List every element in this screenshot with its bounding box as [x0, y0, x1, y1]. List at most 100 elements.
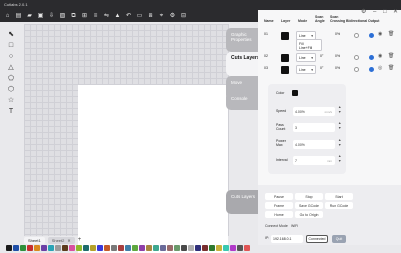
color-swatch[interactable]: [160, 245, 166, 251]
hexagon-tool-icon[interactable]: ⬡: [7, 85, 16, 93]
color-swatch[interactable]: [181, 245, 187, 251]
bidirectional-radio[interactable]: [354, 67, 359, 72]
interval-input[interactable]: 7 mm: [293, 156, 335, 165]
tab-console[interactable]: Console: [226, 92, 260, 110]
frame-icon[interactable]: ▭: [135, 12, 144, 21]
mirror-icon[interactable]: ⇋: [102, 12, 111, 21]
color-swatch[interactable]: [202, 245, 208, 251]
bidirectional-radio[interactable]: [354, 33, 359, 38]
power-max-input[interactable]: 4.00%: [293, 140, 335, 149]
color-swatch[interactable]: [153, 245, 159, 251]
logo-icon[interactable]: ⌂: [3, 12, 12, 21]
close-icon[interactable]: ✕: [393, 9, 398, 15]
output-checkbox[interactable]: [369, 55, 374, 60]
group-icon[interactable]: ⧉: [69, 12, 78, 21]
color-swatch[interactable]: [244, 245, 250, 251]
star-tool-icon[interactable]: ☆: [7, 96, 16, 104]
undo-icon[interactable]: ↶: [124, 12, 133, 21]
eye-off-icon[interactable]: ◎: [378, 66, 382, 71]
color-swatch[interactable]: [41, 245, 47, 251]
trash-icon[interactable]: 🗑: [388, 32, 394, 37]
align-icon[interactable]: ≡: [91, 12, 100, 21]
color-swatch[interactable]: [27, 245, 33, 251]
new-file-icon[interactable]: ▤: [14, 12, 23, 21]
color-swatch[interactable]: [216, 245, 222, 251]
layer-color-swatch[interactable]: [281, 32, 289, 40]
stop-button[interactable]: Stop: [295, 193, 323, 200]
color-swatch[interactable]: [6, 245, 12, 251]
ip-input[interactable]: 192.168.0.1: [271, 235, 303, 243]
output-checkbox[interactable]: [369, 33, 374, 38]
color-swatch[interactable]: [55, 245, 61, 251]
dropdown-option[interactable]: Line+Fill: [299, 46, 321, 50]
stepper-up-icon[interactable]: ▲: [338, 138, 341, 143]
color-swatch[interactable]: [195, 245, 201, 251]
ellipse-tool-icon[interactable]: ○: [7, 52, 16, 60]
go-to-origin-button[interactable]: Go to Origin: [295, 211, 323, 218]
close-icon[interactable]: ✕: [67, 238, 70, 243]
color-swatch[interactable]: [90, 245, 96, 251]
connect-mode-select[interactable]: WiFi: [291, 224, 298, 229]
trace-icon[interactable]: ⌖: [157, 12, 166, 21]
table-row[interactable]: 01 Line ▾ 0% ◉ 🗑: [260, 31, 400, 41]
mode-dropdown[interactable]: Fill Line+Fill: [296, 39, 322, 51]
bidirectional-radio[interactable]: [354, 55, 359, 60]
color-swatch[interactable]: [237, 245, 243, 251]
color-swatch[interactable]: [132, 245, 138, 251]
settings-icon[interactable]: ⚙: [168, 12, 177, 21]
pause-button[interactable]: Pause: [265, 193, 293, 200]
color-swatch[interactable]: [174, 245, 180, 251]
save-gcode-button[interactable]: Save GCode: [295, 202, 323, 209]
color-swatch[interactable]: [209, 245, 215, 251]
layer-color-picker[interactable]: [292, 90, 298, 96]
tab-sheet2[interactable]: Sheet2 ✕: [47, 236, 75, 244]
stepper-up-icon[interactable]: ▲: [338, 105, 341, 110]
canvas-area[interactable]: [24, 24, 229, 253]
color-swatch[interactable]: [62, 245, 68, 251]
save-icon[interactable]: ▣: [36, 12, 45, 21]
color-swatch[interactable]: [48, 245, 54, 251]
color-swatch[interactable]: [146, 245, 152, 251]
select-tool-icon[interactable]: ⬉: [7, 30, 16, 38]
text-tool-icon[interactable]: T: [7, 107, 16, 115]
ungroup-icon[interactable]: ⊞: [80, 12, 89, 21]
quit-button[interactable]: Quit: [332, 235, 346, 243]
minimize-icon[interactable]: –: [373, 9, 376, 15]
mode-select[interactable]: Line ▾: [296, 65, 316, 74]
color-swatch[interactable]: [223, 245, 229, 251]
color-swatch[interactable]: [83, 245, 89, 251]
color-swatch[interactable]: [97, 245, 103, 251]
color-swatch[interactable]: [69, 245, 75, 251]
pass-count-input[interactable]: 3: [293, 123, 335, 132]
tab-cuts-layers-bottom[interactable]: Cuts Layers: [226, 190, 260, 214]
stepper-down-icon[interactable]: ▼: [338, 110, 341, 115]
color-swatch[interactable]: [125, 245, 131, 251]
eye-icon[interactable]: ◉: [378, 54, 382, 59]
open-folder-icon[interactable]: ▰: [25, 12, 34, 21]
stepper-down-icon[interactable]: ▼: [338, 126, 341, 131]
tab-sheet1[interactable]: Sheet1: [24, 236, 45, 244]
grid-icon[interactable]: ⊟: [179, 12, 188, 21]
color-swatch[interactable]: [13, 245, 19, 251]
connected-button[interactable]: Connected: [306, 235, 328, 243]
color-swatch[interactable]: [104, 245, 110, 251]
color-swatch[interactable]: [230, 245, 236, 251]
stepper-down-icon[interactable]: ▼: [338, 159, 341, 164]
tab-cuts-layers[interactable]: Cuts Layers: [226, 52, 260, 76]
color-swatch[interactable]: [20, 245, 26, 251]
stepper-up-icon[interactable]: ▲: [338, 154, 341, 159]
eye-icon[interactable]: ◉: [378, 32, 382, 37]
color-swatch[interactable]: [111, 245, 117, 251]
run-gcode-button[interactable]: Run GCode: [325, 202, 353, 209]
trash-icon[interactable]: 🗑: [388, 54, 394, 59]
fill-icon[interactable]: ▲: [113, 12, 122, 21]
layers-icon[interactable]: ⧈: [146, 12, 155, 21]
stepper-up-icon[interactable]: ▲: [338, 121, 341, 126]
color-swatch[interactable]: [167, 245, 173, 251]
speed-input[interactable]: 4.00% mm/s: [293, 107, 335, 116]
home-button[interactable]: Home: [265, 211, 293, 218]
frame-button[interactable]: Frame: [265, 202, 293, 209]
work-area[interactable]: [78, 85, 228, 253]
color-swatch[interactable]: [139, 245, 145, 251]
triangle-tool-icon[interactable]: △: [7, 63, 16, 71]
